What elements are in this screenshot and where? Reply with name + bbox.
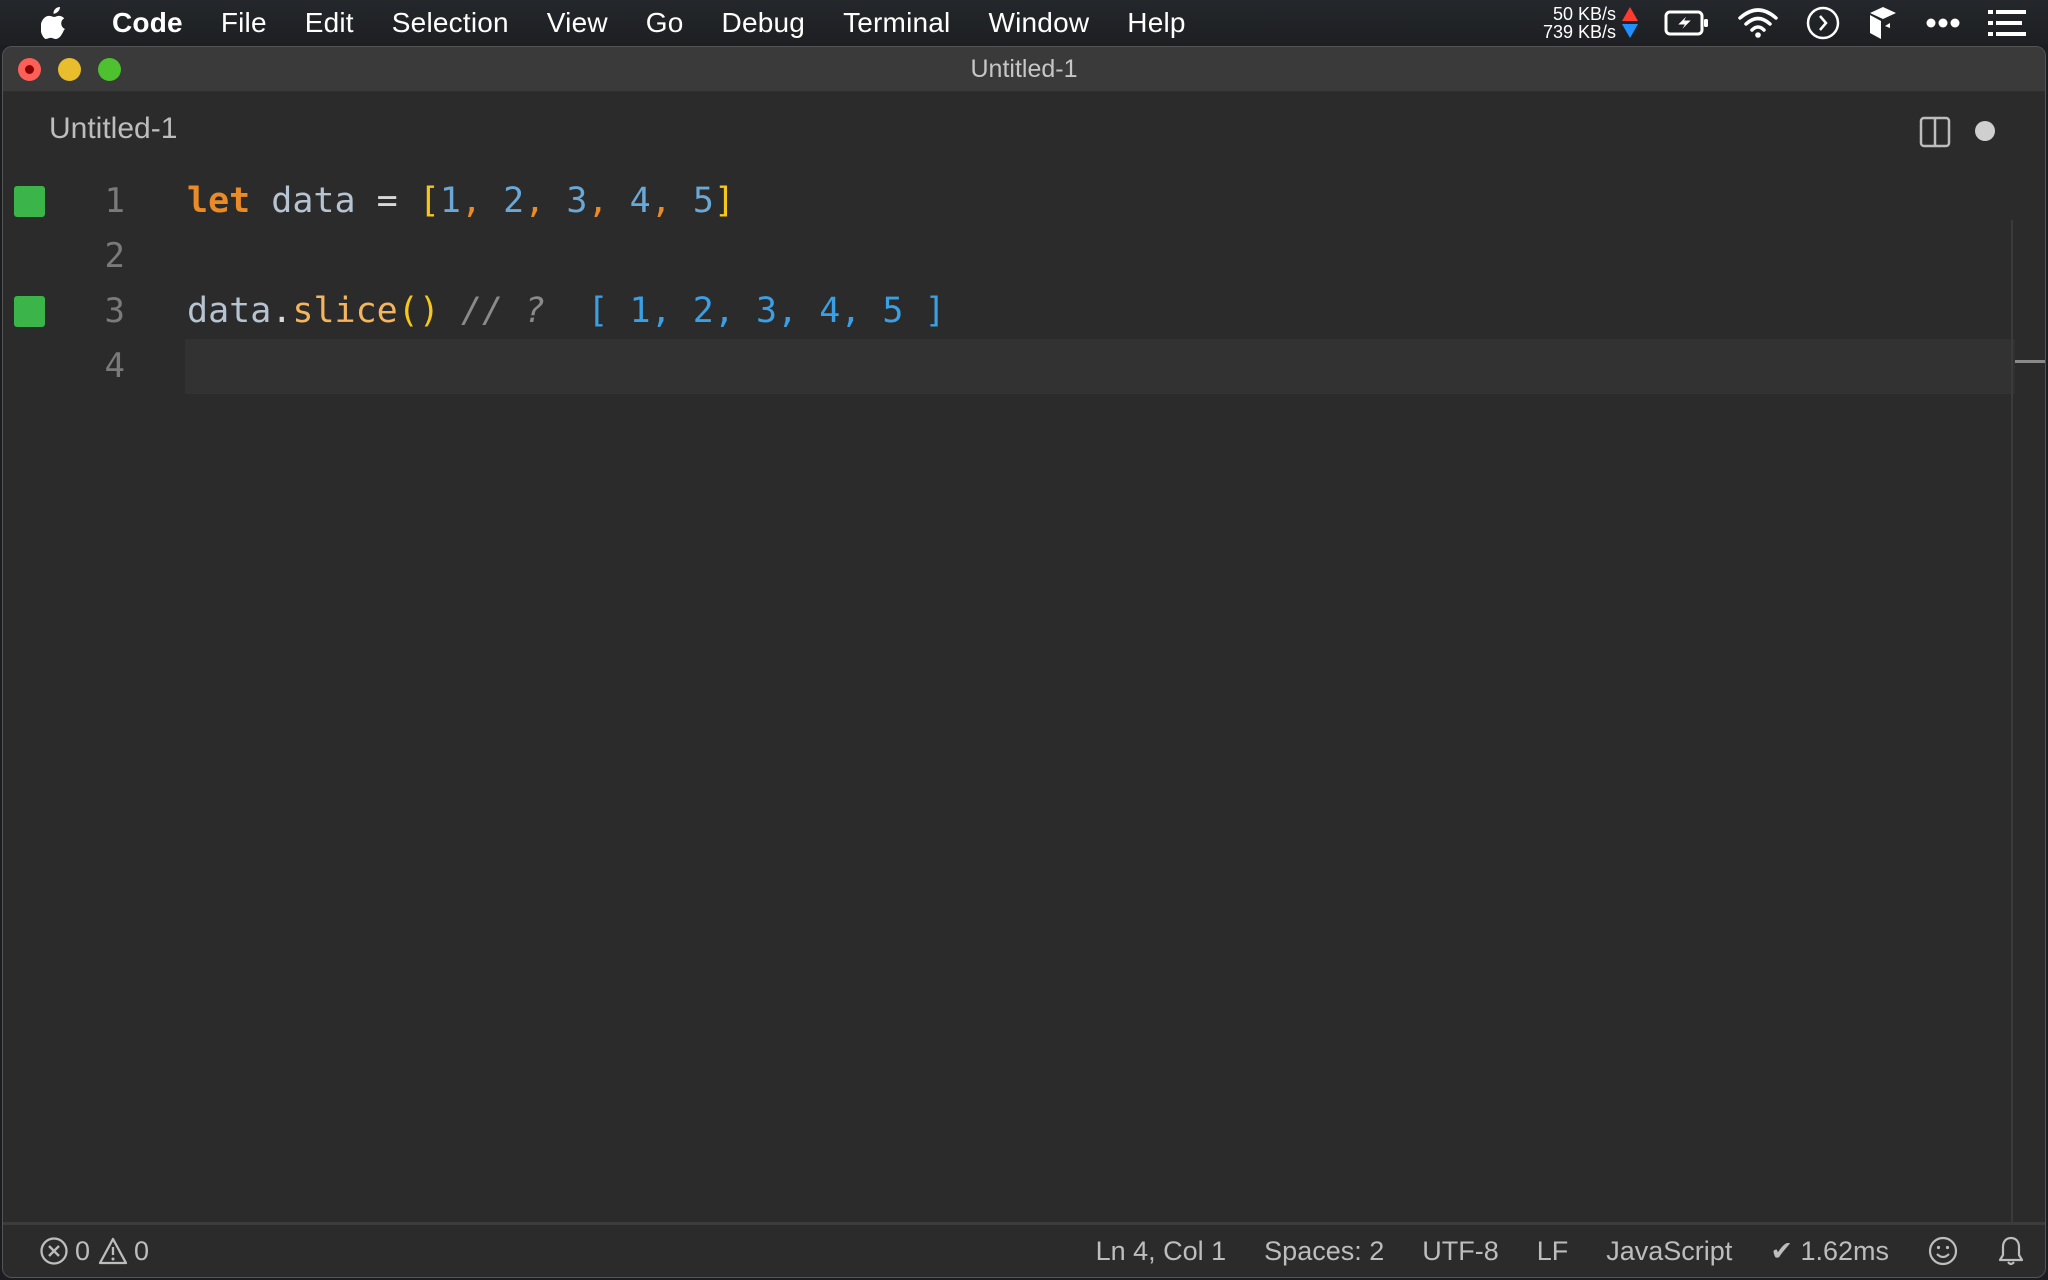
code-token: [ 1, 2, 3, 4, 5 ] xyxy=(566,291,946,331)
list-icon[interactable] xyxy=(1988,9,2026,36)
error-icon xyxy=(39,1236,69,1266)
menu-selection[interactable]: Selection xyxy=(392,7,509,39)
more-icon[interactable] xyxy=(1926,18,1960,28)
code-token: [ xyxy=(418,181,440,221)
line-number: 1 xyxy=(104,181,125,221)
language-mode[interactable]: JavaScript xyxy=(1606,1236,1732,1267)
download-arrow-icon xyxy=(1622,24,1638,38)
code-token: 1 xyxy=(439,181,461,221)
cube-app-icon[interactable] xyxy=(1868,6,1898,40)
code-token: 3 xyxy=(566,181,588,221)
window-title: Untitled-1 xyxy=(970,55,1078,83)
line-number: 3 xyxy=(104,291,125,331)
coverage-marker-icon xyxy=(14,296,45,327)
code-token: , xyxy=(460,181,483,221)
code-line[interactable]: let data = [1, 2, 3, 4, 5] xyxy=(187,174,735,229)
scrollbar-cursor-marker xyxy=(2015,360,2045,363)
code-token: , xyxy=(650,181,672,221)
menu-window[interactable]: Window xyxy=(988,7,1089,39)
status-bar-right: Ln 4, Col 1 Spaces: 2 UTF-8 LF JavaScrip… xyxy=(1058,1225,2025,1277)
status-tray: 50 KB/s 739 KB/s xyxy=(1543,0,2048,45)
warning-icon xyxy=(98,1237,128,1265)
vscode-window: Untitled-1 Untitled-1 1 let data = [1, 2,… xyxy=(2,46,2046,1278)
title-bar[interactable]: Untitled-1 xyxy=(3,47,2045,92)
code-token: data xyxy=(250,181,377,221)
end-of-line[interactable]: LF xyxy=(1537,1236,1569,1267)
upload-arrow-icon xyxy=(1622,7,1638,21)
battery-charging-icon[interactable] xyxy=(1664,10,1710,36)
cursor-position[interactable]: Ln 4, Col 1 xyxy=(1096,1236,1227,1267)
line-number: 4 xyxy=(104,346,125,386)
split-editor-icon[interactable] xyxy=(1919,116,1951,148)
upload-speed: 50 KB/s xyxy=(1552,3,1616,24)
code-token: , xyxy=(524,181,546,221)
code-token: = xyxy=(376,181,398,221)
code-token: data xyxy=(187,291,272,331)
menu-debug[interactable]: Debug xyxy=(722,7,806,39)
menu-view[interactable]: View xyxy=(547,7,608,39)
indentation-setting[interactable]: Spaces: 2 xyxy=(1264,1236,1384,1267)
code-token: ] xyxy=(713,181,735,221)
menu-edit[interactable]: Edit xyxy=(305,7,354,39)
unsaved-changes-dot-icon[interactable] xyxy=(1975,121,1995,141)
code-token: () xyxy=(397,291,440,331)
menu-file[interactable]: File xyxy=(221,7,267,39)
current-line-highlight xyxy=(185,339,2015,394)
chevron-circle-icon[interactable] xyxy=(1806,6,1840,40)
quokka-timing[interactable]: ✔ 1.62ms xyxy=(1770,1236,1889,1267)
code-token: , xyxy=(587,181,609,221)
code-token: 5 xyxy=(692,181,714,221)
code-token: 4 xyxy=(629,181,651,221)
apple-menu-icon[interactable] xyxy=(40,6,70,40)
network-arrows xyxy=(1622,7,1638,38)
download-speed: 739 KB/s xyxy=(1542,21,1616,42)
menu-bar: Code File Edit Selection View Go Debug T… xyxy=(0,0,2048,45)
menu-terminal[interactable]: Terminal xyxy=(843,7,950,39)
error-count: 0 xyxy=(75,1235,91,1266)
menu-app-code[interactable]: Code xyxy=(112,7,183,39)
code-token: slice xyxy=(292,291,398,331)
code-token: 2 xyxy=(503,181,525,221)
line-number: 2 xyxy=(104,236,125,276)
warning-count: 0 xyxy=(134,1235,150,1266)
wifi-icon[interactable] xyxy=(1738,7,1778,38)
feedback-smiley-icon[interactable] xyxy=(1927,1235,1959,1267)
problems-indicator[interactable]: 0 0 xyxy=(39,1236,149,1267)
code-editor[interactable]: 1 let data = [1, 2, 3, 4, 5] 2 3 data.slice(… xyxy=(3,174,2015,1274)
tab-untitled-1[interactable]: Untitled-1 xyxy=(49,112,177,146)
editor-tab-bar: Untitled-1 xyxy=(3,92,2045,174)
code-token: // ? xyxy=(439,291,567,331)
menu-help[interactable]: Help xyxy=(1127,7,1185,39)
file-encoding[interactable]: UTF-8 xyxy=(1422,1236,1499,1267)
code-line[interactable]: data.slice() // ? [ 1, 2, 3, 4, 5 ] xyxy=(187,284,946,339)
coverage-marker-icon xyxy=(14,186,45,217)
menu-go[interactable]: Go xyxy=(646,7,684,39)
network-speed[interactable]: 50 KB/s 739 KB/s xyxy=(1543,5,1616,41)
code-token: . xyxy=(271,291,293,331)
code-token: let xyxy=(187,181,251,221)
status-bar: 0 0 Ln 4, Col 1 Spaces: 2 UTF-8 LF JavaS… xyxy=(3,1222,2045,1277)
notifications-bell-icon[interactable] xyxy=(1997,1235,2025,1267)
editor-scrollbar[interactable] xyxy=(2011,220,2045,1270)
